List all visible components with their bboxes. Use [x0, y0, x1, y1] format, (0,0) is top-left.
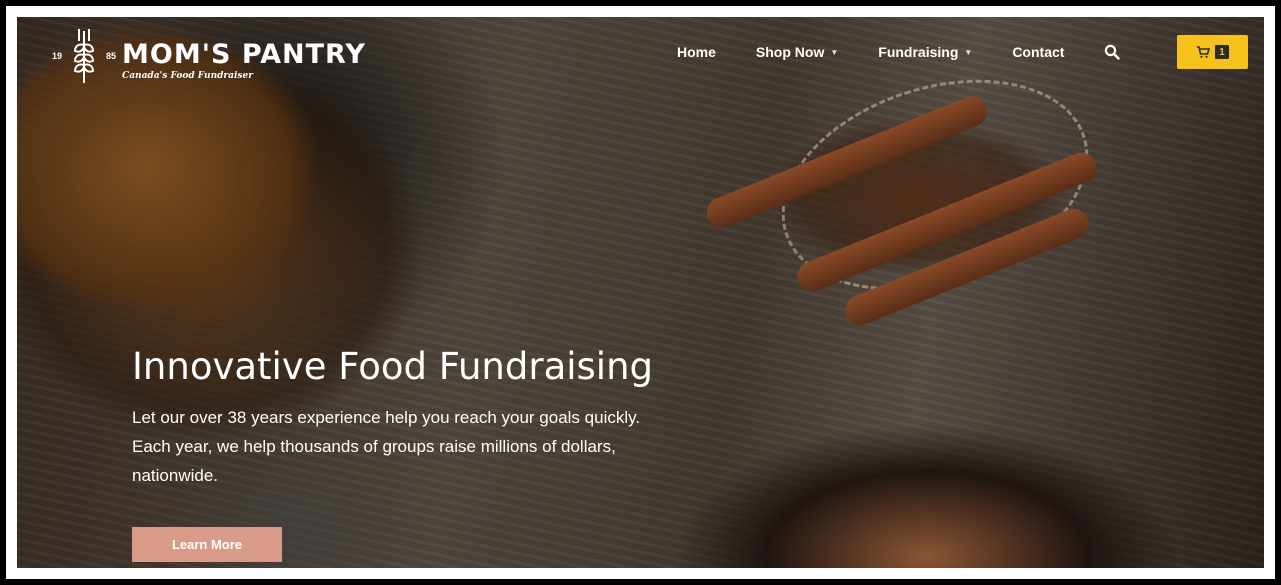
cart-icon [1197, 46, 1210, 58]
search-icon[interactable] [1104, 44, 1121, 60]
nav-home[interactable]: Home [677, 44, 716, 60]
learn-more-button[interactable]: Learn More [132, 527, 282, 562]
nav-contact-label: Contact [1012, 44, 1065, 60]
hero-description: Let our over 38 years experience help yo… [132, 403, 752, 490]
hero-description-line: Each year, we help thousands of groups r… [132, 437, 616, 456]
hero-description-line: nationwide. [132, 466, 219, 485]
hero-description-line: Let our over 38 years experience help yo… [132, 408, 641, 427]
main-nav: Home Shop Now ▼ Fundraising ▼ Contact [677, 36, 1158, 68]
nav-contact[interactable]: Contact [1012, 44, 1064, 60]
site-logo[interactable]: 19 85 MOM'S PANTRY Canada's Food Fundrai [52, 27, 366, 97]
brand-name: MOM'S PANTRY [122, 39, 366, 70]
brand-tagline: Canada's Food Fundraiser [122, 71, 253, 81]
cart-count-badge: 1 [1215, 45, 1229, 59]
chevron-down-icon: ▼ [830, 47, 839, 57]
hero-content: 19 85 MOM'S PANTRY Canada's Food Fundrai [17, 17, 1264, 568]
nav-home-label: Home [677, 44, 716, 60]
nav-shop-now-label: Shop Now [755, 44, 825, 60]
hero-headline: Innovative Food Fundraising [132, 345, 654, 388]
logo-year-right: 85 [106, 51, 117, 61]
hero-banner: 19 85 MOM'S PANTRY Canada's Food Fundrai [17, 17, 1264, 568]
nav-fundraising-label: Fundraising [878, 44, 959, 60]
nav-fundraising[interactable]: Fundraising ▼ [878, 44, 972, 60]
nav-shop-now[interactable]: Shop Now ▼ [756, 44, 838, 60]
chevron-down-icon: ▼ [964, 47, 973, 57]
wheat-icon [74, 29, 95, 83]
cart-button[interactable]: 1 [1177, 35, 1248, 69]
logo-text: MOM'S PANTRY Canada's Food Fundraiser [122, 27, 366, 82]
logo-year-left: 19 [52, 51, 63, 61]
